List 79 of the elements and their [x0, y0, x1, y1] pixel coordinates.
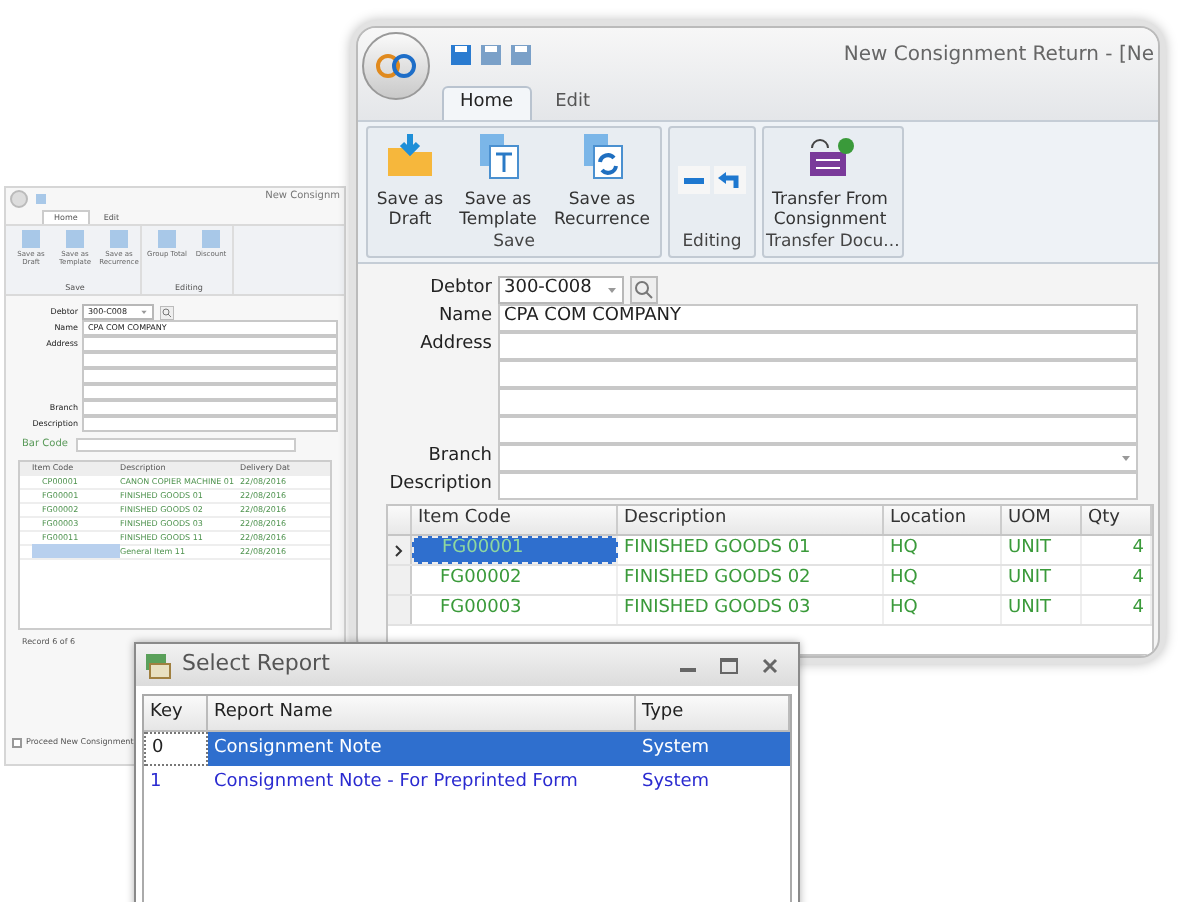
- column-header: Location: [884, 506, 1002, 534]
- table-cell: UNIT: [1002, 596, 1082, 624]
- search-icon[interactable]: [630, 276, 658, 304]
- table-cell: HQ: [884, 596, 1002, 624]
- table-cell: FINISHED GOODS 01: [618, 536, 884, 564]
- input-field[interactable]: [82, 368, 338, 384]
- column-header: Type: [636, 696, 790, 730]
- table-cell: 0: [144, 732, 208, 766]
- input-field[interactable]: [498, 388, 1138, 416]
- column-header: Qty: [1082, 506, 1152, 534]
- table-cell: HQ: [884, 566, 1002, 594]
- field-label: Description: [387, 472, 494, 499]
- report-row[interactable]: 0 Consignment Note System: [144, 732, 790, 766]
- table-cell: FINISHED GOODS 03: [618, 596, 884, 624]
- report-row[interactable]: 1 Consignment Note - For Preprinted Form System: [144, 766, 790, 800]
- search-icon[interactable]: [160, 305, 174, 319]
- ribbon-button[interactable]: Transfer From Consignment: [766, 129, 894, 230]
- input-field[interactable]: [82, 352, 338, 368]
- folder-download-icon: [384, 129, 436, 182]
- table-cell: Consignment Note: [208, 732, 636, 766]
- field-label: Debtor: [428, 276, 494, 303]
- field-label: Branch: [426, 444, 494, 471]
- column-header: Key: [144, 696, 208, 730]
- debtor-dropdown[interactable]: 300-C008: [498, 276, 624, 304]
- input-field[interactable]: [498, 360, 1138, 388]
- input-field[interactable]: [75, 438, 296, 453]
- group-label: Transfer Docu...: [766, 230, 900, 256]
- table-cell: FINISHED GOODS 02: [618, 566, 884, 594]
- table-cell: 4: [1082, 596, 1152, 624]
- input-field[interactable]: [82, 400, 338, 416]
- table-cell-text: System: [640, 769, 712, 796]
- quick-access-icon[interactable]: [36, 193, 46, 203]
- chevron-right-icon: [394, 543, 404, 557]
- logo-icon: [374, 52, 418, 80]
- table-cell-text: Consignment Note - For Preprinted Form: [212, 769, 580, 796]
- caret-icon: [606, 284, 618, 296]
- input-field[interactable]: CPA COM COMPANY: [498, 304, 1138, 332]
- group-label: Editing: [680, 230, 744, 256]
- app-logo[interactable]: [362, 32, 430, 100]
- caret-icon: [1120, 452, 1132, 464]
- table-cell: UNIT: [1002, 536, 1082, 564]
- undo-icon[interactable]: [714, 165, 746, 194]
- table-cell: 4: [1082, 566, 1152, 594]
- dropdown-field[interactable]: [498, 444, 1138, 472]
- column-header: UOM: [1002, 506, 1082, 534]
- input-field[interactable]: [82, 384, 338, 400]
- report-icon: [144, 651, 172, 679]
- table-cell-text: 1: [148, 769, 164, 796]
- column-header: Item Code: [412, 506, 618, 534]
- ribbon-button[interactable]: Save as Recurrence: [546, 129, 658, 230]
- table-cell: System: [636, 732, 790, 766]
- dialog-title: Select Report: [182, 648, 330, 681]
- caret-icon: [140, 308, 148, 316]
- input-field[interactable]: [498, 472, 1138, 500]
- table-cell: FG00003: [412, 596, 618, 624]
- ribbon-tab[interactable]: Edit: [539, 86, 607, 120]
- group-label: Save: [491, 230, 537, 256]
- table-cell: 4: [1082, 536, 1152, 564]
- ribbon-button[interactable]: Save as Template: [452, 129, 544, 230]
- row-indicator[interactable]: [388, 536, 412, 564]
- input-field[interactable]: [498, 332, 1138, 360]
- maximize-icon[interactable]: [720, 657, 738, 673]
- table-cell: FG00002: [412, 566, 618, 594]
- ribbon-button[interactable]: Save as Draft: [370, 129, 450, 230]
- ribbon-tab[interactable]: Home: [442, 86, 532, 120]
- input-field[interactable]: [82, 336, 338, 352]
- column-header: Description: [618, 506, 884, 534]
- table-cell: UNIT: [1002, 566, 1082, 594]
- column-header: Report Name: [208, 696, 636, 730]
- field-label: Address: [418, 332, 494, 359]
- input-field[interactable]: [498, 416, 1138, 444]
- field-label: Name: [436, 304, 494, 331]
- table-cell: FG00001: [412, 536, 618, 564]
- minus-icon[interactable]: [678, 165, 710, 194]
- input-field[interactable]: [82, 416, 338, 432]
- window-title: New Consignment Return - [Ne: [843, 41, 1154, 69]
- table-cell: HQ: [884, 536, 1002, 564]
- close-icon[interactable]: [762, 657, 778, 673]
- checkbox[interactable]: [12, 737, 22, 747]
